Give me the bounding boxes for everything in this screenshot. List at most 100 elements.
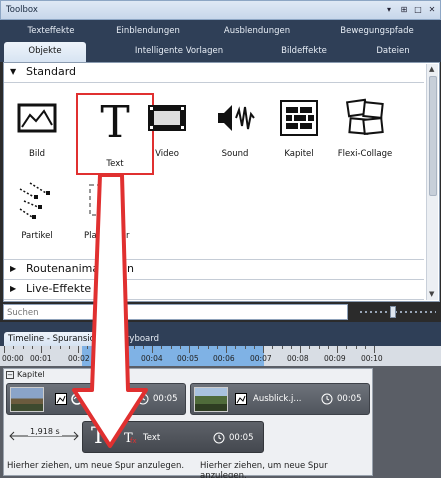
item-platzhalter[interactable]: Platzhalter: [74, 175, 136, 255]
ruler-tick: [318, 346, 320, 349]
ruler-tick: [235, 346, 237, 349]
ruler-tick: [4, 346, 5, 353]
divider: [4, 279, 424, 280]
ruler-label: 00:04: [141, 354, 163, 363]
tab-bewegungspfade[interactable]: Bewegungspfade: [330, 22, 424, 41]
ruler-tick: [290, 346, 292, 349]
clip-ausblick-2[interactable]: Ausblick.j... 00:05: [190, 383, 370, 415]
ruler-tick: [226, 346, 227, 353]
tab-row-1: Texteffekte Einblendungen Ausblendungen …: [0, 22, 441, 42]
drop-hint[interactable]: Hierher ziehen, um neue Spur anzulegen.: [200, 461, 372, 478]
ruler-tick: [244, 346, 246, 349]
text-icon: T: [91, 424, 106, 449]
speaker-icon: [218, 105, 255, 131]
gap-indicator[interactable]: 1,918 s: [8, 427, 80, 443]
toolbox-tabs: Texteffekte Einblendungen Ausblendungen …: [0, 20, 441, 63]
vertical-scrollbar[interactable]: ▲ ▼: [426, 64, 438, 300]
section-routenanimationen[interactable]: ▶ Routenanimationen: [4, 262, 424, 278]
zoom-knob[interactable]: [390, 306, 396, 318]
clock-icon: [321, 393, 333, 405]
placeholder-icon: [89, 184, 121, 216]
item-video[interactable]: Video: [136, 93, 198, 173]
dropdown-icon[interactable]: ▾: [383, 4, 395, 16]
tab-objekte[interactable]: Objekte: [4, 42, 86, 63]
pin-icon[interactable]: ⊞: [398, 4, 410, 16]
clip-ausblick-1[interactable]: Ausbl... 00:05: [6, 383, 186, 415]
item-flexi-collage[interactable]: Flexi-Collage: [334, 93, 396, 173]
ruler-tick: [179, 346, 181, 349]
tab-texteffekte[interactable]: Texteffekte: [16, 22, 86, 41]
ruler-tick: [87, 346, 89, 349]
collapse-icon[interactable]: −: [6, 371, 14, 379]
ruler-label: 00:09: [324, 354, 346, 363]
search-box[interactable]: [3, 304, 348, 320]
ruler-tick: [13, 346, 15, 349]
ruler-tick: [198, 346, 200, 349]
ruler-tick: [96, 346, 98, 349]
ruler-tick: [50, 346, 52, 349]
ruler-tick: [364, 346, 366, 349]
ruler-tick: [300, 346, 301, 353]
section-standard[interactable]: ▼ Standard: [4, 65, 424, 81]
ruler-label: 00:02: [68, 354, 90, 363]
time-ruler[interactable]: 00:00 00:01 00:02 00:03 00:04 00:05 00:0…: [0, 346, 441, 366]
scroll-down-icon[interactable]: ▼: [429, 290, 434, 298]
tab-einblendungen[interactable]: Einblendungen: [112, 22, 184, 41]
item-kapitel[interactable]: Kapitel: [268, 93, 330, 173]
clip-text[interactable]: T T fx Text 00:05: [82, 421, 264, 453]
image-effect-icon[interactable]: [55, 393, 67, 405]
ruler-tick: [253, 346, 255, 349]
search-input[interactable]: [7, 306, 345, 319]
expand-arrow-icon: ▶: [10, 264, 17, 273]
scroll-thumb[interactable]: [429, 76, 437, 196]
ruler-tick: [124, 346, 126, 349]
transition-icon[interactable]: [71, 393, 83, 405]
ruler-tick: [272, 346, 274, 349]
ruler-label: 00:08: [287, 354, 309, 363]
ruler-tick: [355, 346, 357, 349]
tab-storyboard[interactable]: Storyboard: [112, 332, 159, 346]
ruler-tick: [59, 346, 61, 349]
zoom-slider[interactable]: [360, 306, 436, 318]
chapter-icon: [280, 100, 318, 136]
title-bar: Toolbox ▾ ⊞ □ ✕: [0, 0, 441, 20]
chapter-track[interactable]: − Kapitel Ausbl... 00:05 Ausblick.j... 00…: [3, 368, 373, 478]
ruler-label: 00:03: [106, 354, 128, 363]
ruler-tick: [78, 346, 79, 353]
ruler-tick: [22, 346, 24, 349]
ruler-tick: [327, 346, 329, 349]
tab-bildeffekte[interactable]: Bildeffekte: [272, 42, 336, 61]
ruler-label: 00:00: [2, 354, 24, 363]
ruler-label: 00:01: [30, 354, 52, 363]
collapse-arrow-icon: ▼: [10, 67, 17, 76]
ruler-tick: [105, 346, 107, 349]
drop-hint[interactable]: Hierher ziehen, um neue Spur anzulegen.: [7, 461, 184, 471]
tab-dateien[interactable]: Dateien: [368, 42, 418, 61]
ruler-tick: [309, 346, 311, 349]
image-effect-icon[interactable]: [235, 393, 247, 405]
timeline-area: − Kapitel Ausbl... 00:05 Ausblick.j... 00…: [0, 366, 441, 478]
text-effect-icon[interactable]: T fx: [123, 430, 137, 444]
tab-ausblendungen[interactable]: Ausblendungen: [218, 22, 296, 41]
chapter-header[interactable]: − Kapitel: [6, 370, 45, 379]
ruler-tick: [189, 346, 190, 353]
clip-thumbnail: [10, 387, 44, 412]
maximize-icon[interactable]: □: [412, 4, 424, 16]
close-icon[interactable]: ✕: [426, 4, 438, 16]
ruler-tick: [31, 346, 33, 349]
item-partikel[interactable]: Partikel: [6, 175, 68, 255]
section-live-effekte[interactable]: ▶ Live-Effekte: [4, 282, 424, 298]
ruler-tick: [115, 346, 116, 353]
ruler-tick: [337, 346, 338, 353]
svg-text:fx: fx: [130, 437, 137, 444]
tab-intelligente-vorlagen[interactable]: Intelligente Vorlagen: [120, 42, 238, 61]
scroll-up-icon[interactable]: ▲: [429, 65, 434, 73]
film-icon: [148, 105, 186, 131]
tab-timeline-spuransicht[interactable]: Timeline - Spuransicht: [4, 332, 108, 346]
collage-icon: [345, 98, 384, 136]
item-sound[interactable]: Sound: [204, 93, 266, 173]
item-bild[interactable]: Bild: [6, 93, 68, 173]
divider: [4, 259, 424, 260]
objects-panel: ▼ Standard Bild T Text Video Sound Kapit…: [3, 62, 440, 302]
divider: [4, 299, 424, 300]
